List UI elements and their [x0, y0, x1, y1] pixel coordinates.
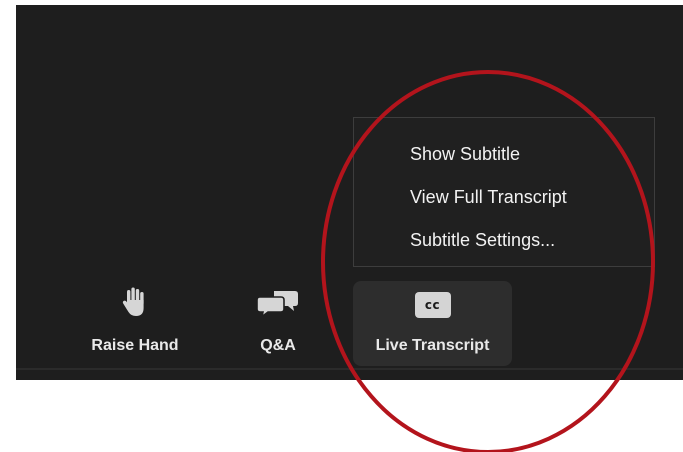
- raise-hand-button[interactable]: Raise Hand: [80, 281, 190, 366]
- show-subtitle-menu-item[interactable]: Show Subtitle: [410, 143, 520, 165]
- subtitle-settings-menu-item[interactable]: Subtitle Settings...: [410, 229, 555, 251]
- qa-button[interactable]: Q&A: [240, 281, 316, 366]
- view-full-transcript-menu-item[interactable]: View Full Transcript: [410, 186, 567, 208]
- live-transcript-label: Live Transcript: [375, 337, 490, 354]
- live-transcript-button[interactable]: cc Live Transcript: [353, 281, 512, 366]
- hand-icon: [122, 287, 148, 322]
- cc-icon: cc: [414, 292, 451, 318]
- toolbar-divider: [16, 368, 683, 370]
- chat-bubbles-icon: [256, 289, 299, 322]
- qa-label: Q&A: [260, 337, 296, 354]
- cc-badge: cc: [414, 292, 451, 318]
- raise-hand-label: Raise Hand: [91, 337, 179, 354]
- live-transcript-menu: Show Subtitle View Full Transcript Subti…: [353, 117, 655, 267]
